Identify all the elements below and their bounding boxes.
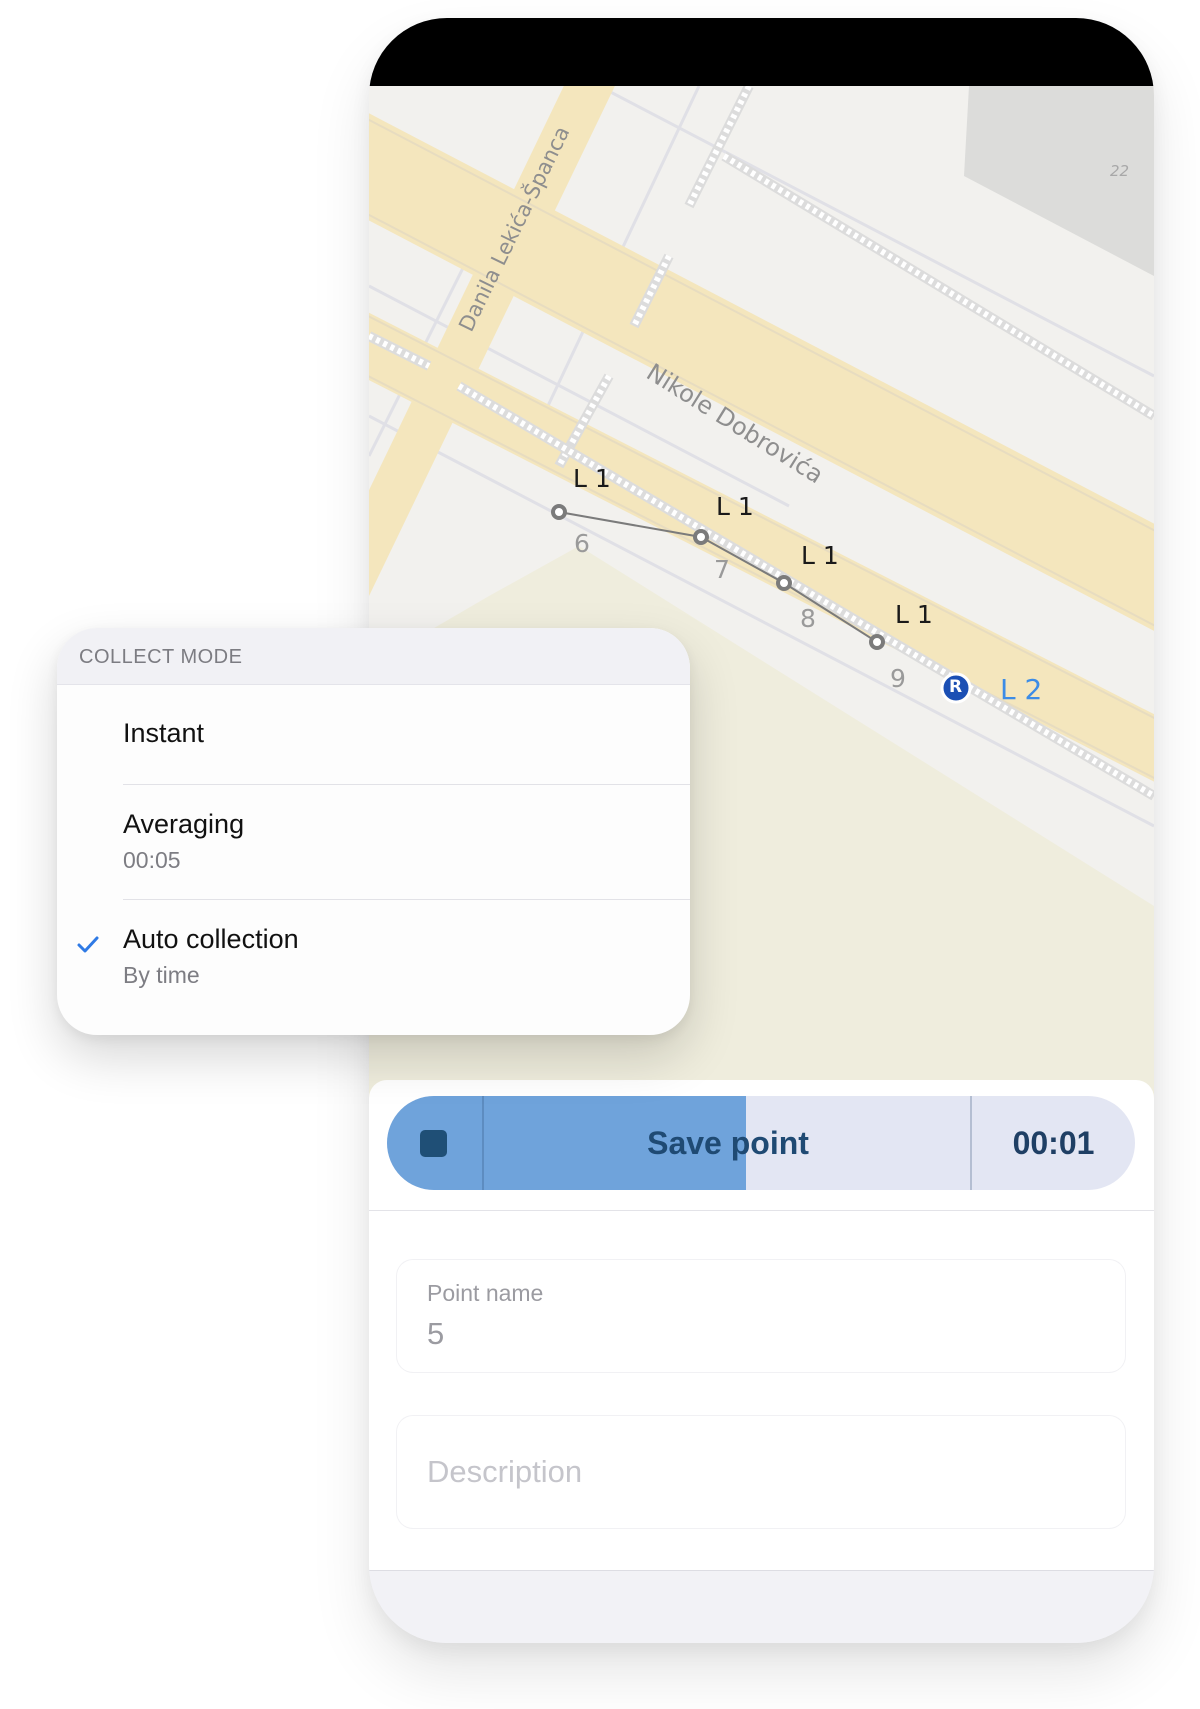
status-bar <box>369 18 1154 86</box>
current-marker-letter: R <box>949 677 963 697</box>
point-number-label: 7 <box>714 555 730 584</box>
collect-mode-header: COLLECT MODE <box>57 628 690 685</box>
vertex-7[interactable] <box>693 529 709 545</box>
point-number-label: 9 <box>890 664 906 693</box>
option-averaging[interactable]: Averaging 00:05 <box>57 785 690 899</box>
description-placeholder[interactable]: Description <box>427 1454 582 1490</box>
option-title: Auto collection <box>123 924 299 954</box>
bottom-sheet: Save point 00:01 Point name 5 Descriptio… <box>369 1080 1154 1570</box>
collect-mode-menu: COLLECT MODE Instant Averaging 00:05 Aut… <box>57 628 690 1035</box>
vertex-6[interactable] <box>551 504 567 520</box>
point-name-field[interactable]: Point name 5 <box>397 1260 1125 1372</box>
point-name-label: Point name <box>427 1280 544 1306</box>
vertex-8[interactable] <box>776 575 792 591</box>
current-layer-label: L 2 <box>1000 673 1043 706</box>
option-title: Averaging <box>123 809 245 839</box>
option-instant[interactable]: Instant <box>57 685 690 784</box>
option-title: Instant <box>123 718 205 748</box>
building-number: 22 <box>1110 162 1130 180</box>
option-subtitle: 00:05 <box>123 847 181 873</box>
point-layer-label: L 1 <box>716 492 754 521</box>
point-number-label: 6 <box>574 529 590 558</box>
point-number-label: 8 <box>800 604 816 633</box>
vertex-9[interactable] <box>869 634 885 650</box>
point-name-value[interactable]: 5 <box>427 1316 444 1352</box>
point-layer-label: L 1 <box>895 600 933 629</box>
stop-icon[interactable] <box>420 1130 447 1157</box>
save-point-button[interactable]: Save point <box>484 1096 972 1190</box>
sheet-divider <box>369 1210 1154 1211</box>
stage: Danila Lekića-Španca Nikole Dobrovića 22… <box>0 0 1200 1709</box>
point-layer-label: L 1 <box>573 464 611 493</box>
option-auto-collection[interactable]: Auto collection By time <box>57 900 690 1035</box>
checkmark-icon <box>77 936 99 953</box>
bottom-toolbar-area <box>369 1570 1154 1643</box>
collection-timer: 00:01 <box>1012 1125 1095 1161</box>
save-point-bar[interactable]: Save point 00:01 <box>387 1096 1135 1190</box>
description-field[interactable]: Description <box>397 1416 1125 1528</box>
option-subtitle: By time <box>123 962 200 988</box>
collect-mode-title: COLLECT MODE <box>79 646 243 668</box>
point-layer-label: L 1 <box>801 541 839 570</box>
